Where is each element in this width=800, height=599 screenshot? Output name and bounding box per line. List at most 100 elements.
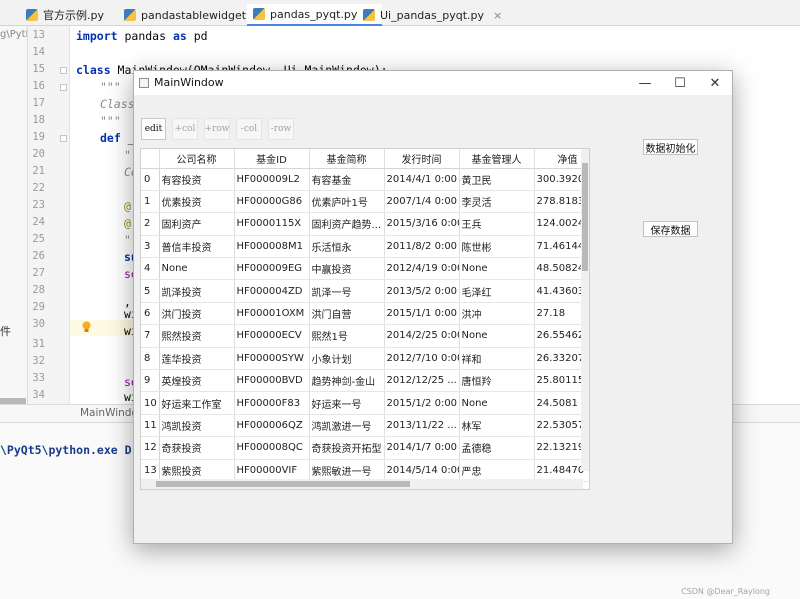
table-cell[interactable]: 2013/11/22 ... (384, 414, 459, 436)
table-cell[interactable]: 熙然投资 (159, 325, 234, 347)
table-cell[interactable]: 2014/1/7 0:00 (384, 437, 459, 459)
table-cell[interactable]: None (159, 258, 234, 280)
table-cell[interactable]: 优素庐叶1号 (309, 190, 384, 212)
table-cell[interactable]: 林军 (459, 414, 534, 436)
table-cell[interactable]: 普信丰投资 (159, 235, 234, 257)
table-cell[interactable]: 鸿凯激进一号 (309, 414, 384, 436)
table-cell[interactable]: HF000009EG (234, 258, 309, 280)
table-cell[interactable]: 小象计划 (309, 347, 384, 369)
lightbulb-icon[interactable] (81, 321, 92, 333)
close-icon[interactable]: × (493, 9, 502, 22)
table-row[interactable]: 9英煌投资HF00000BVD趋势神剑-金山2012/12/25 ...唐恒羚2… (141, 370, 590, 392)
column-header[interactable]: 基金简称 (309, 149, 384, 168)
table-cell[interactable]: 趋势神剑-金山 (309, 370, 384, 392)
row-header[interactable]: 5 (141, 280, 159, 302)
column-header[interactable]: 公司名称 (159, 149, 234, 168)
table-row[interactable]: 7熙然投资HF00000ECV熙然1号2014/2/25 0:00None26.… (141, 325, 590, 347)
table-cell[interactable]: HF00000BVD (234, 370, 309, 392)
data-table-view[interactable]: 公司名称 基金ID 基金简称 发行时间 基金管理人 净值 0有容投资HF0000… (140, 148, 590, 490)
table-cell[interactable]: HF00000ECV (234, 325, 309, 347)
table-cell[interactable]: 英煌投资 (159, 370, 234, 392)
table-cell[interactable]: 凯泽一号 (309, 280, 384, 302)
add-col-button[interactable]: +col (172, 118, 198, 140)
del-col-button[interactable]: -col (236, 118, 262, 140)
table-cell[interactable]: 固利资产 (159, 213, 234, 235)
table-row[interactable]: 10好运来工作室HF00000F83好运来一号2015/1/2 0:00None… (141, 392, 590, 414)
table-cell[interactable]: 中赢投资 (309, 258, 384, 280)
column-header[interactable]: 基金管理人 (459, 149, 534, 168)
table-cell[interactable]: 优素投资 (159, 190, 234, 212)
table-cell[interactable]: 2007/1/4 0:00 (384, 190, 459, 212)
minimize-button[interactable]: — (628, 71, 662, 95)
table-cell[interactable]: HF000009L2 (234, 168, 309, 190)
maximize-button[interactable]: ☐ (663, 71, 697, 95)
row-header[interactable]: 0 (141, 168, 159, 190)
table-cell[interactable]: 2011/8/2 0:00 (384, 235, 459, 257)
table-row[interactable]: 0有容投资HF000009L2有容基金2014/4/1 0:00黄卫民300.3… (141, 168, 590, 190)
row-header[interactable]: 11 (141, 414, 159, 436)
row-header[interactable]: 1 (141, 190, 159, 212)
table-row[interactable]: 1优素投资HF00000G86优素庐叶1号2007/1/4 0:00李灵活278… (141, 190, 590, 212)
table-cell[interactable]: 洪冲 (459, 302, 534, 324)
table-cell[interactable]: 李灵活 (459, 190, 534, 212)
table-cell[interactable]: 王兵 (459, 213, 534, 235)
table-cell[interactable]: HF00000F83 (234, 392, 309, 414)
table-corner[interactable] (141, 149, 159, 168)
table-cell[interactable]: 奇获投资开拓型 (309, 437, 384, 459)
init-data-button[interactable]: 数据初始化 (643, 139, 698, 155)
fold-marker[interactable] (60, 67, 67, 74)
table-cell[interactable]: 毛泽红 (459, 280, 534, 302)
table-cell[interactable]: HF00001OXM (234, 302, 309, 324)
table-cell[interactable]: 熙然1号 (309, 325, 384, 347)
row-header[interactable]: 2 (141, 213, 159, 235)
row-header[interactable]: 12 (141, 437, 159, 459)
row-header[interactable]: 10 (141, 392, 159, 414)
row-header[interactable]: 7 (141, 325, 159, 347)
table-cell[interactable]: 有容投资 (159, 168, 234, 190)
project-tree-item[interactable]: 件 (0, 323, 11, 339)
column-header[interactable]: 发行时间 (384, 149, 459, 168)
table-cell[interactable]: 祥和 (459, 347, 534, 369)
table-cell[interactable]: 唐恒羚 (459, 370, 534, 392)
table-cell[interactable]: 固利资产趋势... (309, 213, 384, 235)
editor-tab-official-example[interactable]: 官方示例.py (20, 4, 110, 26)
table-cell[interactable]: 2015/1/1 0:00 (384, 302, 459, 324)
editor-tab-ui-pandas-pyqt[interactable]: Ui_pandas_pyqt.py × (357, 4, 508, 26)
table-cell[interactable]: 2012/7/10 0:00 (384, 347, 459, 369)
table-row[interactable]: 3普信丰投资HF000008M1乐活恒永2011/8/2 0:00陈世彬71.4… (141, 235, 590, 257)
table-cell[interactable]: 陈世彬 (459, 235, 534, 257)
table-cell[interactable]: 2013/5/2 0:00 (384, 280, 459, 302)
table-row[interactable]: 11鸿凯投资HF000006QZ鸿凯激进一号2013/11/22 ...林军22… (141, 414, 590, 436)
horizontal-scroll-thumb[interactable] (156, 481, 410, 487)
table-cell[interactable]: 洪门自营 (309, 302, 384, 324)
table-cell[interactable]: HF00000SYW (234, 347, 309, 369)
table-cell[interactable]: HF00000G86 (234, 190, 309, 212)
table-cell[interactable]: 凯泽投资 (159, 280, 234, 302)
table-row[interactable]: 12奇获投资HF000008QC奇获投资开拓型2014/1/7 0:00孟德稳2… (141, 437, 590, 459)
table-cell[interactable]: 莲华投资 (159, 347, 234, 369)
table-row[interactable]: 4NoneHF000009EG中赢投资2012/4/19 0:00None48.… (141, 258, 590, 280)
vertical-scrollbar[interactable] (581, 149, 589, 471)
save-data-button[interactable]: 保存数据 (643, 221, 698, 237)
table-cell[interactable]: 奇获投资 (159, 437, 234, 459)
table-cell[interactable]: HF000006QZ (234, 414, 309, 436)
row-header[interactable]: 6 (141, 302, 159, 324)
table-cell[interactable]: 2012/12/25 ... (384, 370, 459, 392)
table-cell[interactable]: HF000008M1 (234, 235, 309, 257)
window-titlebar[interactable]: MainWindow — ☐ ✕ (134, 71, 732, 95)
table-cell[interactable]: HF000004ZD (234, 280, 309, 302)
add-row-button[interactable]: +row (204, 118, 230, 140)
edit-button[interactable]: edit (141, 118, 166, 140)
table-row[interactable]: 5凯泽投资HF000004ZD凯泽一号2013/5/2 0:00毛泽红41.43… (141, 280, 590, 302)
table-cell[interactable]: 好运来一号 (309, 392, 384, 414)
table-cell[interactable]: 2015/3/16 0:00 (384, 213, 459, 235)
horizontal-scrollbar[interactable] (141, 479, 583, 489)
table-cell[interactable]: HF0000115X (234, 213, 309, 235)
row-header[interactable]: 8 (141, 347, 159, 369)
table-row[interactable]: 8莲华投资HF00000SYW小象计划2012/7/10 0:00祥和26.33… (141, 347, 590, 369)
del-row-button[interactable]: -row (268, 118, 294, 140)
table-cell[interactable]: 鸿凯投资 (159, 414, 234, 436)
table-cell[interactable]: None (459, 392, 534, 414)
table-cell[interactable]: None (459, 325, 534, 347)
table-cell[interactable]: 洪门投资 (159, 302, 234, 324)
